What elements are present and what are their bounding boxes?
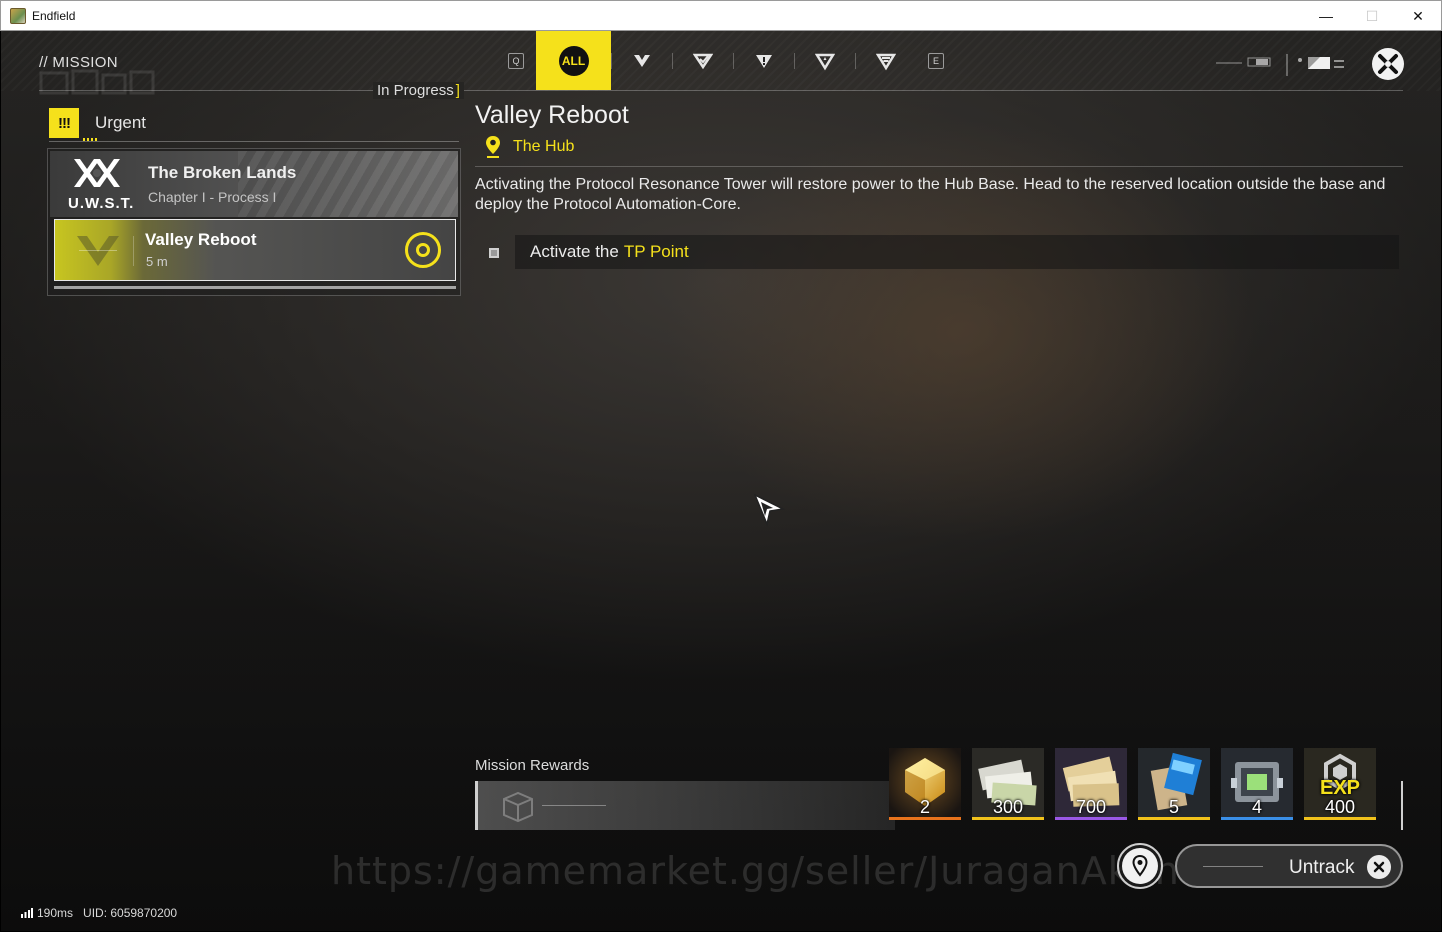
next-filter-key[interactable]: E [928,52,944,69]
urgent-icon: !!! [49,108,79,138]
mission-background-glyph [39,69,159,102]
rewards-track [475,781,895,830]
window-controls: — ☐ ✕ [1303,1,1441,31]
window-title: Endfield [32,8,76,23]
objective-prefix: Activate the [530,242,619,261]
objective-highlight: TP Point [623,242,689,261]
mission-filter-bar: Q ALL E [496,31,956,90]
reward-qty: 400 [1324,797,1356,817]
location-pin-icon [486,136,500,158]
map-pin-icon [1132,855,1148,877]
tab-daily-mission[interactable] [855,31,916,90]
tracking-target-icon[interactable] [405,232,441,268]
page-title: // MISSION [39,54,118,71]
close-mission-button[interactable] [1372,48,1404,80]
quest-type-icon [77,236,119,266]
chapter-name: The Broken Lands [148,163,297,182]
untrack-label: Untrack [1289,857,1355,878]
game-viewport: // MISSION Q ALL E In Progress] !!! Urg… [1,31,1441,931]
list-item-valley-reboot[interactable]: Valley Reboot 5 m [54,219,456,281]
rarity-bar [1221,817,1293,820]
prev-filter-key[interactable]: Q [508,52,524,69]
rewards-track-end [1401,781,1403,830]
cursor-icon [753,493,786,527]
mission-description: Activating the Protocol Resonance Tower … [475,176,1386,213]
objective-checkbox [489,248,499,258]
rarity-bar [1055,817,1127,820]
reward-qty: 2 [919,797,930,817]
app-icon [10,7,26,24]
in-progress-label: In Progress] [373,82,464,99]
untrack-close-icon [1367,855,1391,879]
minimize-button[interactable]: — [1303,1,1349,31]
mission-location: The Hub [485,135,574,159]
reward-item-exp[interactable]: EXP 400 [1304,748,1376,820]
close-window-button[interactable]: ✕ [1395,1,1441,31]
reward-list: 2 300 700 5 4 EXP 400 [889,748,1387,820]
rewards-label: Mission Rewards [475,757,590,774]
reward-item-origeometry[interactable]: 2 [889,748,961,820]
daily-mission-icon [875,53,896,70]
side-mission-icon [692,53,713,69]
window-titlebar: Endfield — ☐ ✕ [0,0,1442,31]
rewards-track-line [542,805,606,806]
urgent-mission-icon [755,54,772,68]
maximize-button[interactable]: ☐ [1349,1,1395,31]
urgent-group-header[interactable]: !!! Urgent [49,106,459,141]
main-mission-icon [633,54,650,67]
objective-text: Activate the TP Point [515,235,1399,269]
tab-main-mission[interactable] [611,31,672,90]
watermark-text: https://gamemarket.gg/seller/JuraganAkun [331,849,1180,893]
detail-divider [475,166,1403,167]
network-status: 190ms UID: 6059870200 [21,906,177,920]
rarity-bar [1138,817,1210,820]
reward-item-credit[interactable]: 300 [972,748,1044,820]
reward-qty: 5 [1168,797,1179,817]
reward-qty: 700 [1075,797,1107,817]
ping-value: 190ms [37,906,74,920]
uwst-logo-text: U.W.S.T. [68,195,135,212]
user-id: UID: 6059870200 [83,906,178,920]
reward-qty: 4 [1251,797,1262,817]
reward-item-currency-stack[interactable]: 700 [1055,748,1127,820]
reward-box-icon [503,791,533,823]
reward-item-exp-record[interactable]: 5 [1138,748,1210,820]
quest-distance: 5 m [146,254,168,269]
reward-item-core-module[interactable]: 4 [1221,748,1293,820]
untrack-button[interactable]: Untrack [1175,844,1403,888]
urgent-divider [49,141,459,142]
show-on-map-button[interactable] [1117,843,1163,889]
all-badge: ALL [558,45,589,76]
rarity-bar [889,817,961,820]
tab-all[interactable]: ALL [536,31,611,90]
quest-name: Valley Reboot [145,230,257,249]
chapter-card[interactable]: U.W.S.T. The Broken Lands Chapter I - Pr… [50,151,458,217]
mission-objective: Activate the TP Point [475,235,1399,269]
event-mission-icon [814,53,835,70]
mission-detail-title: Valley Reboot [475,101,629,129]
reward-qty: 300 [992,797,1024,817]
close-icon [1378,54,1398,74]
urgent-group-label: Urgent [95,113,147,132]
tab-event-mission[interactable] [794,31,855,90]
tab-side-mission[interactable] [672,31,733,90]
hud-decoration-icon [1216,54,1344,76]
rarity-bar [1304,817,1376,820]
header-divider [39,90,1403,91]
untrack-decoration [1203,866,1263,867]
rarity-bar [972,817,1044,820]
chapter-quest-group: U.W.S.T. The Broken Lands Chapter I - Pr… [47,148,461,296]
quest-list-bottom-line [54,286,456,289]
chapter-subtitle: Chapter I - Process I [148,189,277,205]
signal-icon [21,908,33,918]
tab-urgent-mission[interactable] [733,31,794,90]
location-name: The Hub [513,138,575,155]
